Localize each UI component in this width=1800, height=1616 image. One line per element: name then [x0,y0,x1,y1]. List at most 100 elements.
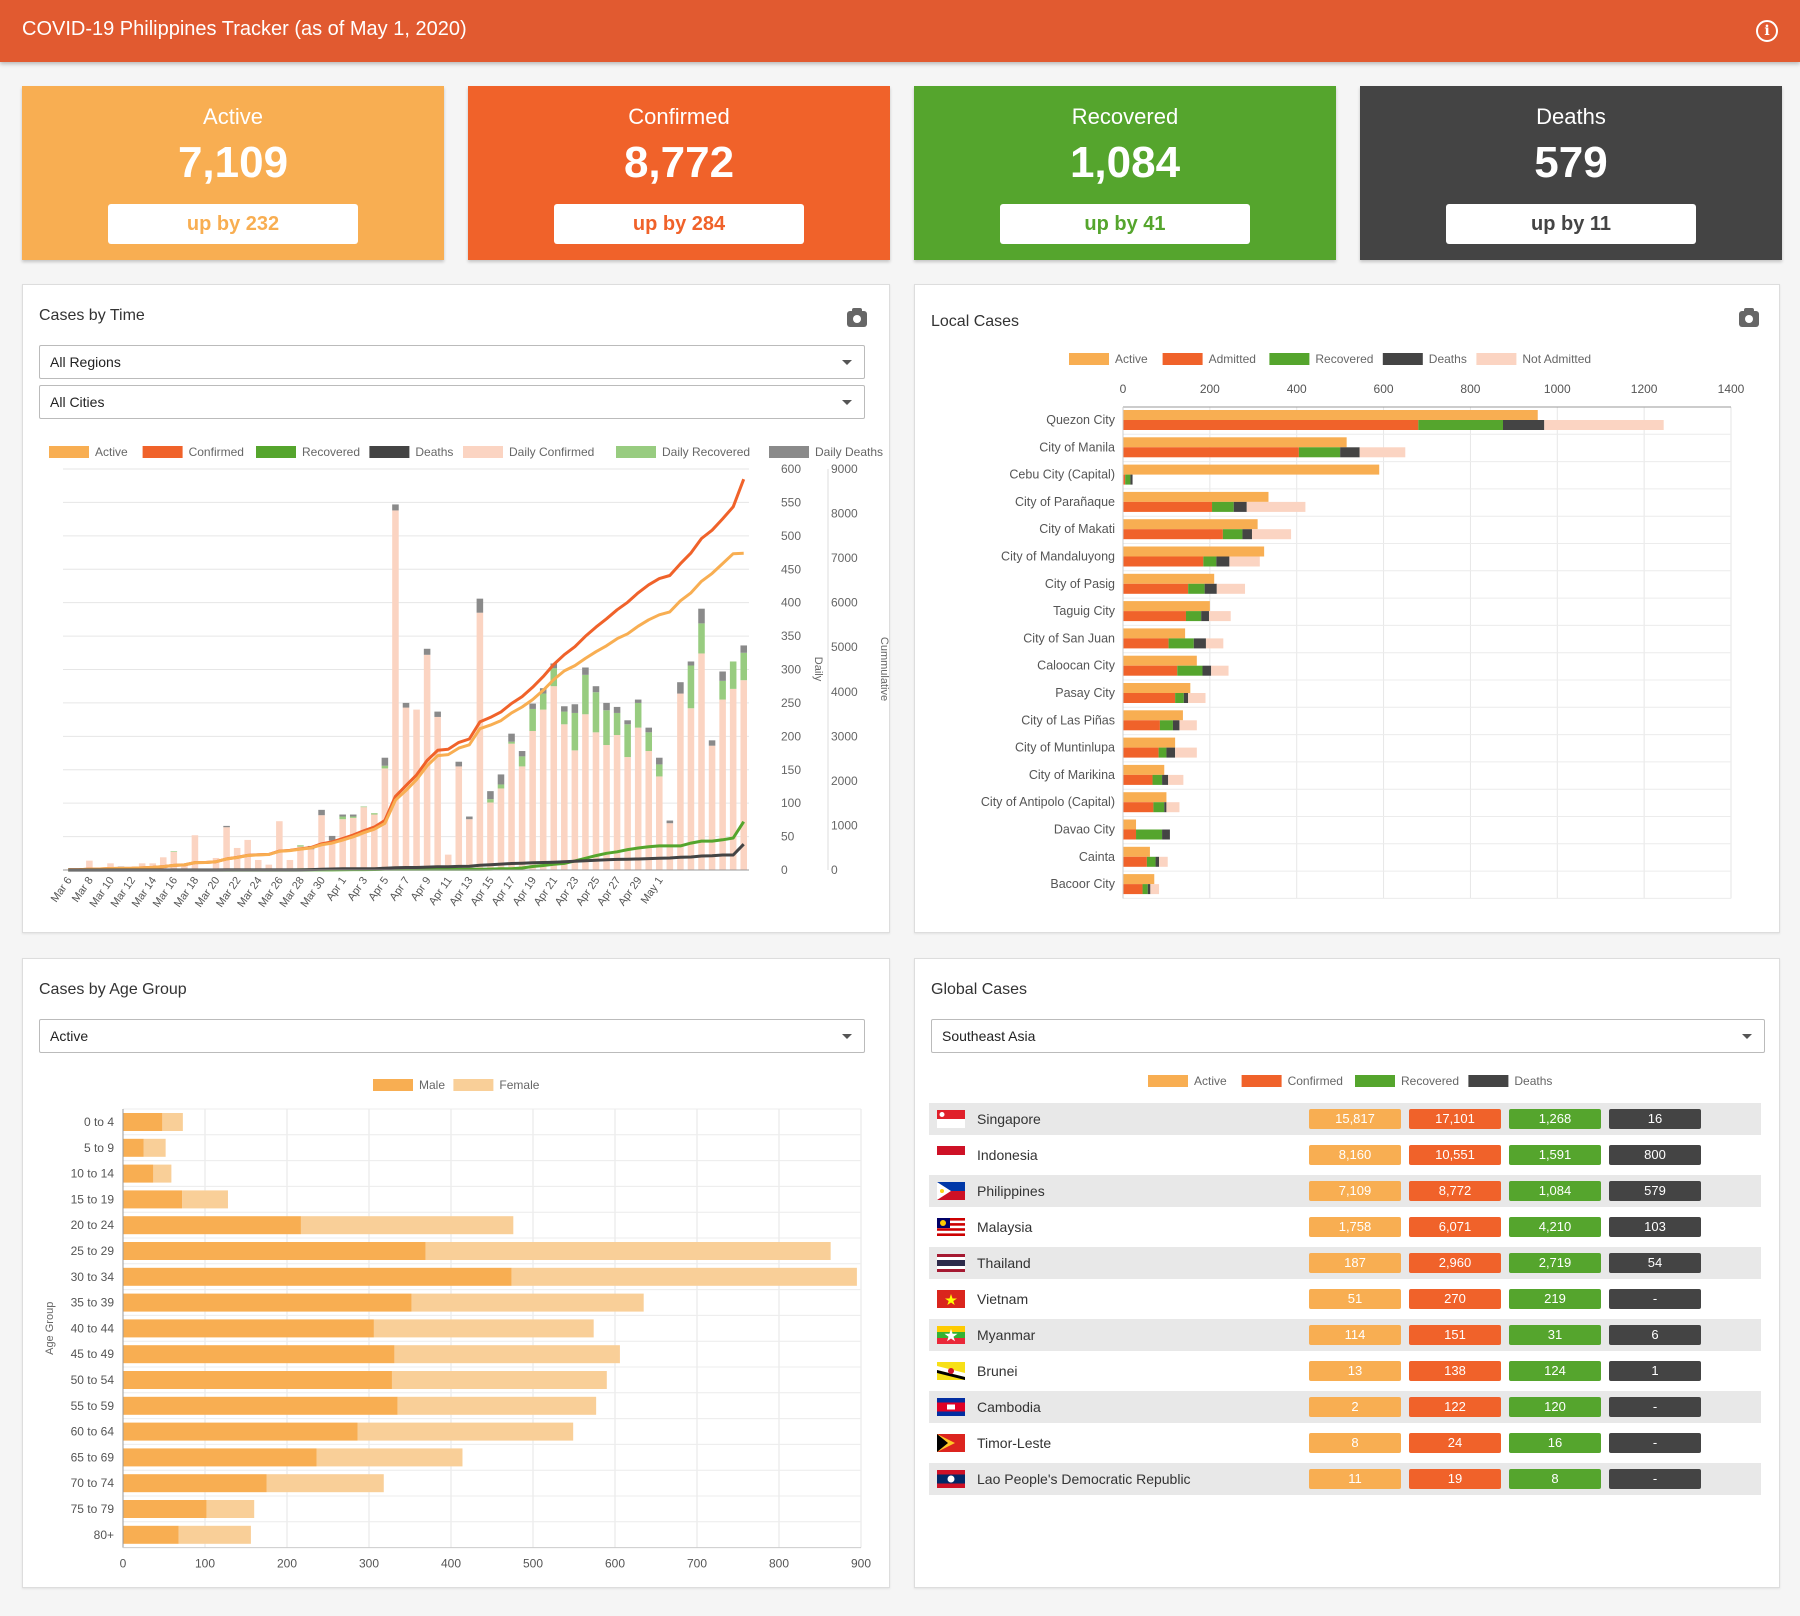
y-daily-tick-label: 350 [781,629,801,643]
female-bar [397,1396,597,1415]
daily-deaths-bar [698,608,705,624]
confirmed-count-badge: 24 [1409,1433,1501,1453]
age-group-label: 20 to 24 [71,1218,115,1232]
legend-label: Recovered [302,445,360,459]
camera-icon[interactable] [1739,308,1759,327]
daily-confirmed-bar [539,709,547,870]
y-axis-label: Age Group [44,1302,56,1355]
active-count-badge: 51 [1309,1289,1401,1309]
country-name: Cambodia [977,1399,1041,1415]
city-label: City of Muntinlupa [1015,741,1115,755]
active-count-badge: 114 [1309,1325,1401,1345]
city-label: Taguig City [1053,604,1116,618]
recovered-count-badge: 31 [1509,1325,1601,1345]
legend-label: Daily Recovered [662,445,750,459]
not-admitted-bar [1216,583,1246,594]
city-label: Quezon City [1046,413,1116,427]
active-bar [1123,464,1380,475]
age-group-label: 45 to 49 [71,1347,115,1361]
not-admitted-bar [1211,665,1229,676]
y-daily-tick-label: 100 [781,796,801,810]
city-label: City of Manila [1039,440,1115,454]
legend-swatch [616,446,656,458]
camera-icon[interactable] [847,308,867,327]
legend-label: Deaths [415,445,453,459]
chevron-down-icon [1742,1034,1752,1039]
deaths-bar [1204,583,1217,594]
daily-recovered-bar [487,799,494,803]
deaths-count-badge: 16 [1609,1109,1701,1129]
country-name: Singapore [977,1111,1041,1127]
y-daily-tick-label: 300 [781,663,801,677]
daily-confirmed-bar [307,849,315,870]
female-bar [162,1113,183,1131]
city-label: City of Las Piñas [1021,713,1115,727]
deaths-bar [1201,611,1209,622]
daily-confirmed-bar [518,766,526,870]
y-daily-tick-label: 500 [781,529,801,543]
daily-deaths-bar [402,702,410,708]
admitted-bar [1123,774,1153,785]
region-group-select[interactable]: Southeast Asia [931,1019,1765,1053]
stat-card-active: Active 7,109 up by 232 [22,86,444,260]
active-bar [1123,846,1150,857]
daily-deaths-bar [529,703,536,709]
daily-confirmed-bar [687,708,695,870]
x-tick-label: 1200 [1631,382,1658,396]
daily-recovered-bar [381,765,389,769]
daily-recovered-bar [371,813,378,815]
city-select-value: All Cities [50,394,105,410]
daily-confirmed-bar [339,819,346,870]
daily-recovered-bar [687,665,695,709]
active-bar [1123,792,1167,803]
not-admitted-bar [1179,720,1197,731]
indonesia-flag-icon [937,1146,965,1164]
daily-recovered-bar [339,816,346,820]
deaths-count-badge: - [1609,1469,1701,1489]
confirmed-count-badge: 2,960 [1409,1253,1501,1273]
y-daily-tick-label: 400 [781,596,801,610]
age-group-label: 70 to 74 [71,1476,115,1490]
legend-swatch [453,1079,494,1091]
age-group-label: 60 to 64 [71,1425,115,1439]
daily-recovered-bar [634,702,642,728]
deaths-count-badge: 6 [1609,1325,1701,1345]
female-bar [178,1525,251,1544]
admitted-bar [1123,420,1419,430]
admitted-bar [1123,447,1299,458]
not-admitted-bar [1205,638,1224,649]
deaths-bar [1155,856,1160,867]
male-bar [123,1448,317,1467]
daily-recovered-bar [656,764,663,777]
country-row: Indonesia 8,160 10,551 1,591 800 [929,1139,1761,1171]
female-bar [394,1345,620,1364]
active-bar [1123,519,1258,530]
female-bar [300,1216,514,1235]
daily-recovered-bar [624,724,631,758]
daily-confirmed-bar [740,680,747,870]
x-tick-label: 100 [195,1557,215,1571]
info-icon[interactable]: i [1756,20,1778,42]
daily-confirmed-bar [392,510,399,870]
admitted-bar [1123,829,1137,840]
age-group-label: 35 to 39 [71,1296,115,1310]
x-tick-label: 600 [1374,382,1394,396]
not-admitted-bar [1229,556,1260,567]
daily-confirmed-bar [360,807,368,870]
confirmed-count-badge: 8,772 [1409,1181,1501,1201]
legend-swatch [49,446,89,458]
deaths-count-badge: - [1609,1289,1701,1309]
y-cumulative-axis-label: Cummulative [878,637,889,701]
daily-deaths-bar [634,699,642,703]
y-cumulative-tick-label: 9000 [831,462,858,476]
region-select[interactable]: All Regions [39,345,865,379]
daily-recovered-bar [603,710,610,746]
daily-confirmed-bar [656,776,663,870]
legend-swatch [142,446,183,458]
legend-swatch [1382,353,1423,365]
daily-deaths-bar [677,682,684,694]
daily-deaths-bar [223,825,230,828]
age-status-select[interactable]: Active [39,1019,865,1053]
female-bar [511,1267,857,1286]
city-select[interactable]: All Cities [39,385,865,419]
